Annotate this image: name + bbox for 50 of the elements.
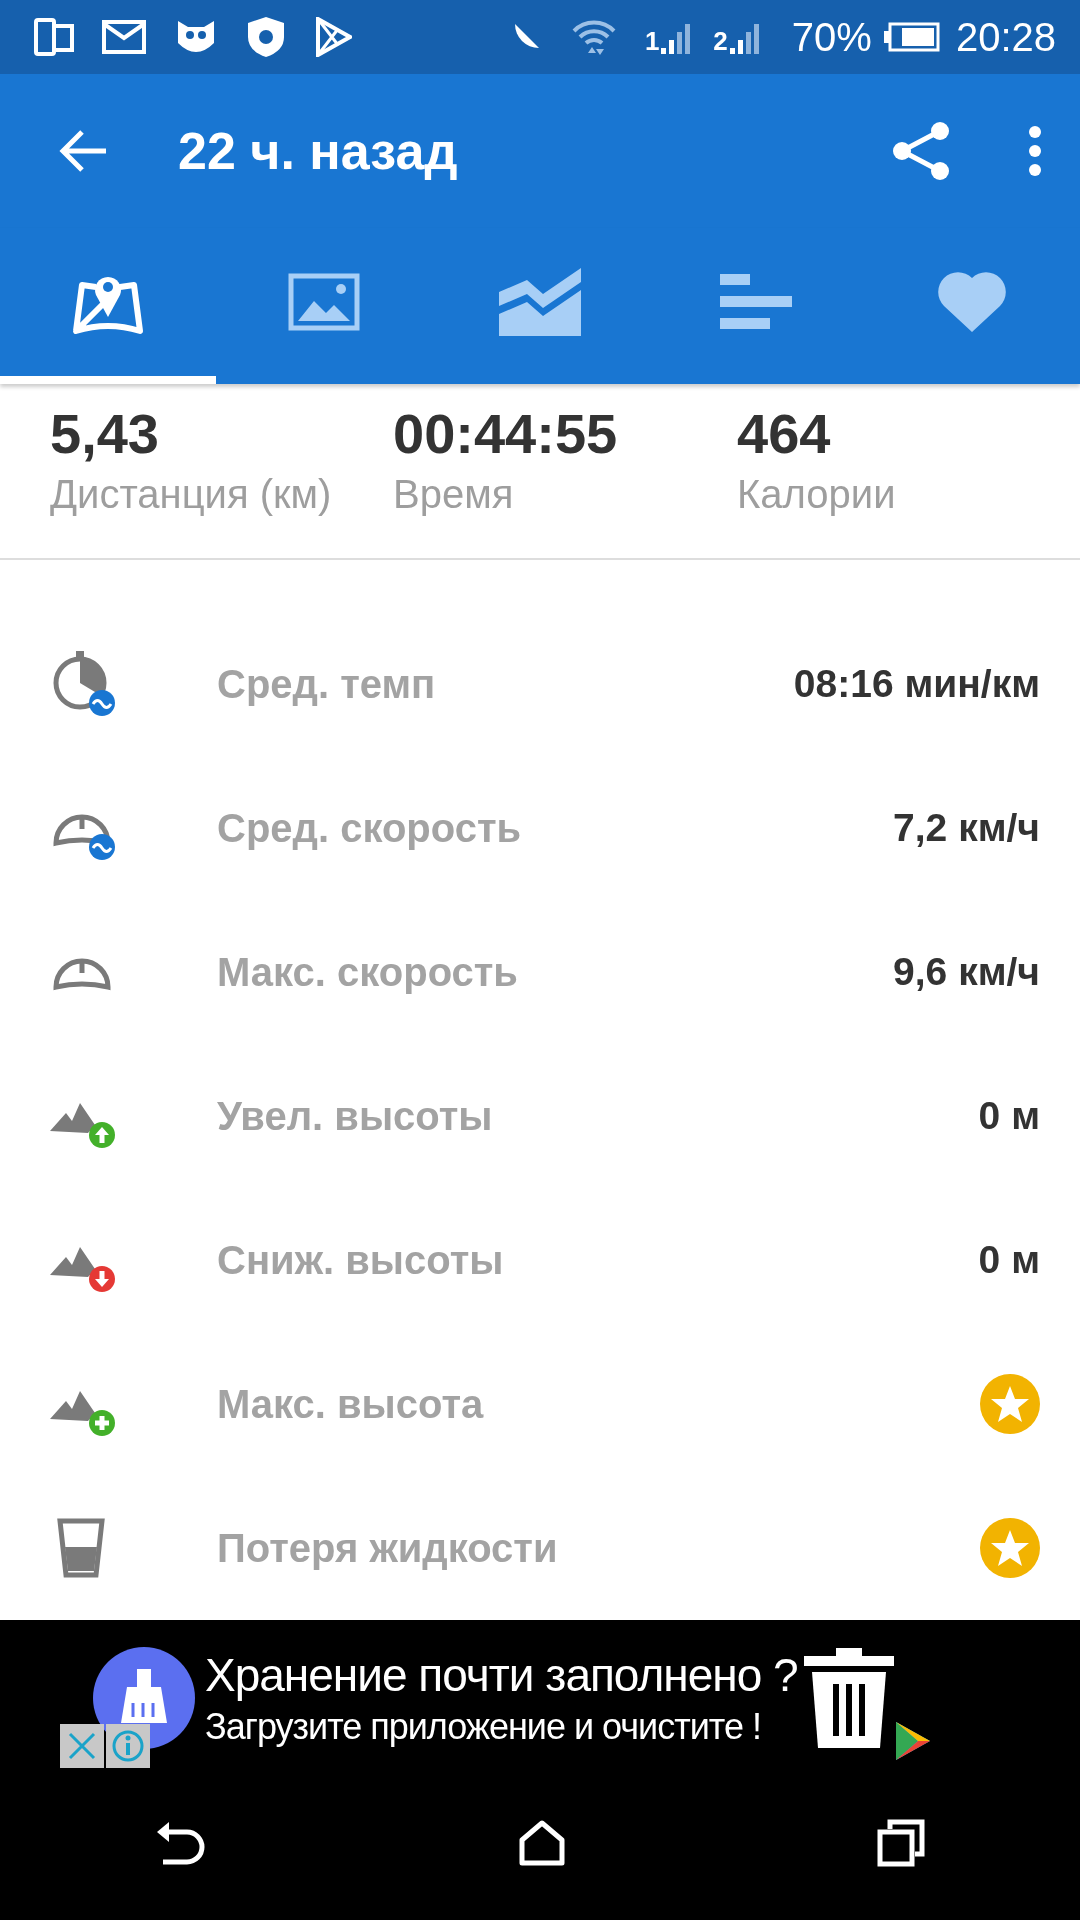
- stat-value: 0 м: [978, 1238, 1040, 1283]
- stat-label: Потеря жидкости: [217, 1525, 559, 1571]
- stat-value: 0 м: [978, 1094, 1040, 1139]
- battery-percent: 70%: [791, 14, 872, 60]
- bars-icon: [720, 273, 792, 330]
- share-button[interactable]: [892, 120, 952, 181]
- stat-value: 9,6 км/ч: [893, 950, 1040, 995]
- more-vertical-icon: [1028, 124, 1042, 177]
- ad-subline: Загрузите приложение и очистите !: [205, 1706, 762, 1749]
- clock: 20:28: [955, 14, 1056, 60]
- summary-label: Время: [393, 472, 515, 517]
- stat-label: Макс. скорость: [217, 949, 519, 995]
- phone-icon: [34, 18, 74, 57]
- summary-value: 5,43: [50, 401, 160, 466]
- stat-label: Увел. высоты: [217, 1093, 494, 1139]
- stat-label: Сред. скорость: [217, 805, 523, 851]
- battery-icon: [883, 22, 940, 53]
- ad-info-button[interactable]: [106, 1724, 150, 1769]
- share-icon: [892, 120, 952, 181]
- summary-value: 464: [737, 401, 832, 466]
- image-icon: [288, 272, 360, 331]
- close-icon: [67, 1731, 97, 1762]
- sim-label: 1: [644, 28, 660, 55]
- back-button[interactable]: [58, 128, 108, 173]
- stat-value: 7,2 км/ч: [893, 806, 1040, 851]
- ad-headline: Хранение почти заполнено ?: [205, 1648, 798, 1703]
- nav-home-button[interactable]: [518, 1820, 566, 1867]
- summary-label: Дистанция (км): [50, 472, 333, 517]
- play-store-icon: [314, 17, 352, 58]
- stat-value: 08:16 мин/км: [793, 662, 1040, 707]
- stat-label: Сред. темп: [217, 661, 437, 707]
- ad-close-button[interactable]: [60, 1724, 104, 1769]
- stat-label: Макс. высота: [217, 1381, 485, 1427]
- info-icon: [111, 1729, 145, 1764]
- more-button[interactable]: [1028, 124, 1042, 177]
- summary-label: Калории: [737, 472, 897, 517]
- trash-icon: [803, 1648, 894, 1749]
- summary-value: 00:44:55: [393, 401, 619, 466]
- sim-label: 2: [713, 28, 728, 55]
- mail-icon: [102, 20, 146, 55]
- nav-recents-button[interactable]: [876, 1819, 925, 1868]
- back-arrow-icon: [58, 128, 108, 173]
- home-icon: [518, 1820, 566, 1867]
- recents-icon: [876, 1819, 925, 1868]
- screen-title: 22 ч. назад: [178, 120, 459, 181]
- stat-label: Сниж. высоты: [217, 1237, 505, 1283]
- heart-icon: [936, 269, 1008, 334]
- area-chart-icon: [499, 267, 581, 336]
- shield-icon: [246, 15, 286, 60]
- play-store-icon: [893, 1720, 932, 1763]
